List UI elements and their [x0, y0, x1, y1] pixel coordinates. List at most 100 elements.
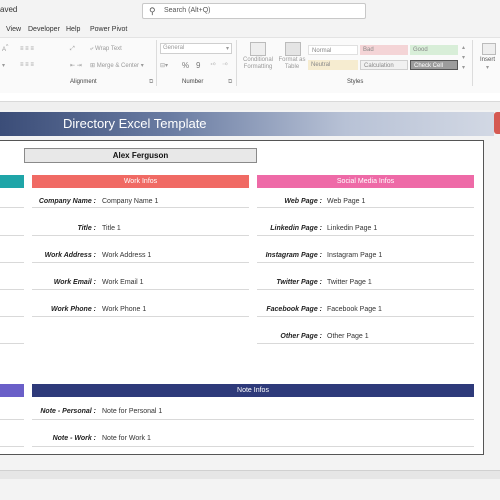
number-group-label: Number — [182, 79, 204, 85]
align-top-icon[interactable]: ≡ ≡ ≡ — [20, 46, 34, 52]
decimal-decrease-icon[interactable]: ⁻⁰ — [222, 62, 228, 69]
row-divider — [257, 289, 474, 290]
merge-center-button[interactable]: ⊞ Merge & Center ▾ — [90, 62, 144, 69]
facebook-page-label: Facebook Page : — [266, 306, 322, 313]
style-normal[interactable]: Normal — [308, 45, 358, 55]
insert-button[interactable]: Insert — [480, 57, 495, 63]
row-divider — [257, 207, 474, 208]
conditional-formatting-label-1: Conditional — [242, 57, 274, 63]
row-divider — [32, 235, 249, 236]
saved-status: aved — [0, 5, 18, 14]
twitter-page-label: Twitter Page : — [276, 279, 322, 286]
align-center-icon[interactable]: ≡ ≡ ≡ — [20, 62, 34, 68]
row-divider — [257, 262, 474, 263]
template-banner: Directory Excel Template — [0, 112, 494, 136]
alignment-launcher-icon[interactable]: ⧉ — [149, 79, 153, 86]
tab-power-pivot[interactable]: Power Pivot — [90, 26, 127, 33]
font-size-up-icon[interactable]: A^ — [2, 44, 8, 53]
tab-view[interactable]: View — [6, 26, 21, 33]
indent-icon[interactable]: ⇤ ⇥ — [70, 62, 82, 69]
tab-developer[interactable]: Developer — [28, 26, 60, 33]
formula-bar[interactable] — [0, 93, 500, 102]
note-work-value[interactable]: Note for Work 1 — [102, 435, 151, 442]
row-divider — [32, 207, 249, 208]
style-calculation[interactable]: Calculation — [360, 60, 408, 70]
styles-more-icon[interactable]: ▾ — [462, 64, 465, 71]
left-section-header — [0, 384, 24, 397]
work-address-label: Work Address : — [44, 252, 96, 259]
twitter-page-value[interactable]: Twitter Page 1 — [327, 279, 372, 286]
work-address-value[interactable]: Work Address 1 — [102, 252, 151, 259]
comma-button[interactable]: 9 — [196, 61, 200, 70]
ribbon-arrow-icon[interactable]: ▾ — [2, 62, 5, 69]
conditional-formatting-button[interactable]: Conditional Formatting — [240, 42, 276, 76]
wrap-text-icon: ⤶ — [90, 46, 94, 52]
left-divider — [0, 235, 24, 236]
number-launcher-icon[interactable]: ⧉ — [228, 79, 232, 86]
horizontal-scrollbar[interactable] — [0, 470, 500, 479]
linkedin-page-value[interactable]: Linkedin Page 1 — [327, 225, 377, 232]
left-divider — [0, 343, 24, 344]
note-work-label: Note - Work : — [52, 435, 96, 442]
alignment-group-label: Alignment — [70, 79, 97, 85]
company-name-value[interactable]: Company Name 1 — [102, 198, 158, 205]
web-page-label: Web Page : — [284, 198, 322, 205]
title-value[interactable]: Title 1 — [102, 225, 121, 232]
conditional-formatting-icon — [250, 42, 266, 56]
row-divider — [257, 235, 474, 236]
left-divider — [0, 262, 24, 263]
orientation-icon[interactable]: ⤢ — [70, 46, 75, 53]
company-name-label: Company Name : — [38, 198, 96, 205]
left-divider — [0, 446, 24, 447]
other-page-value[interactable]: Other Page 1 — [327, 333, 369, 340]
search-input[interactable]: ⚲ Search (Alt+Q) — [142, 3, 366, 19]
format-as-table-button[interactable]: Format as Table — [277, 42, 307, 76]
styles-scroll-down-icon[interactable]: ▾ — [462, 54, 465, 61]
table-icon — [285, 42, 301, 56]
instagram-page-label: Instagram Page : — [265, 252, 322, 259]
number-format-select[interactable]: General ▾ — [160, 43, 232, 54]
work-phone-label: Work Phone : — [51, 306, 96, 313]
ribbon-separator — [156, 40, 157, 86]
facebook-page-value[interactable]: Facebook Page 1 — [327, 306, 382, 313]
row-divider — [32, 446, 474, 447]
conditional-formatting-label-2: Formatting — [243, 64, 273, 70]
row-divider — [32, 419, 474, 420]
red-action-button[interactable] — [494, 112, 500, 134]
other-page-label: Other Page : — [280, 333, 322, 340]
web-page-value[interactable]: Web Page 1 — [327, 198, 365, 205]
style-bad[interactable]: Bad — [360, 45, 408, 55]
decimal-increase-icon[interactable]: ⁺⁰ — [210, 62, 216, 69]
style-good[interactable]: Good — [410, 45, 458, 55]
instagram-page-value[interactable]: Instagram Page 1 — [327, 252, 382, 259]
format-as-table-label-2: Table — [284, 64, 300, 70]
percent-button[interactable]: % — [182, 61, 189, 70]
styles-group-label: Styles — [347, 79, 364, 85]
ribbon-separator — [236, 40, 237, 86]
left-section-header — [0, 175, 24, 188]
merge-center-label: Merge & Center — [96, 63, 140, 69]
styles-scroll-up-icon[interactable]: ▴ — [462, 44, 465, 51]
contact-name[interactable]: Alex Ferguson — [24, 148, 257, 163]
note-personal-value[interactable]: Note for Personal 1 — [102, 408, 162, 415]
insert-icon[interactable] — [482, 43, 496, 55]
left-divider — [0, 419, 24, 420]
style-check-cell[interactable]: Check Cell — [410, 60, 458, 70]
chevron-down-icon[interactable]: ▾ — [486, 64, 489, 71]
currency-icon[interactable]: ⊟▾ — [160, 62, 168, 69]
chevron-down-icon: ▾ — [225, 46, 229, 52]
row-divider — [257, 343, 474, 344]
merge-icon: ⊞ — [90, 63, 96, 69]
search-icon: ⚲ — [149, 6, 156, 16]
search-placeholder: Search (Alt+Q) — [164, 7, 211, 14]
work-email-label: Work Email : — [53, 279, 96, 286]
work-email-value[interactable]: Work Email 1 — [102, 279, 144, 286]
left-divider — [0, 316, 24, 317]
row-divider — [32, 316, 249, 317]
tab-help[interactable]: Help — [66, 26, 80, 33]
wrap-text-button[interactable]: ⤶ Wrap Text — [90, 46, 122, 53]
style-neutral[interactable]: Neutral — [308, 60, 358, 70]
row-divider — [32, 289, 249, 290]
work-phone-value[interactable]: Work Phone 1 — [102, 306, 146, 313]
title-label: Title : — [77, 225, 96, 232]
